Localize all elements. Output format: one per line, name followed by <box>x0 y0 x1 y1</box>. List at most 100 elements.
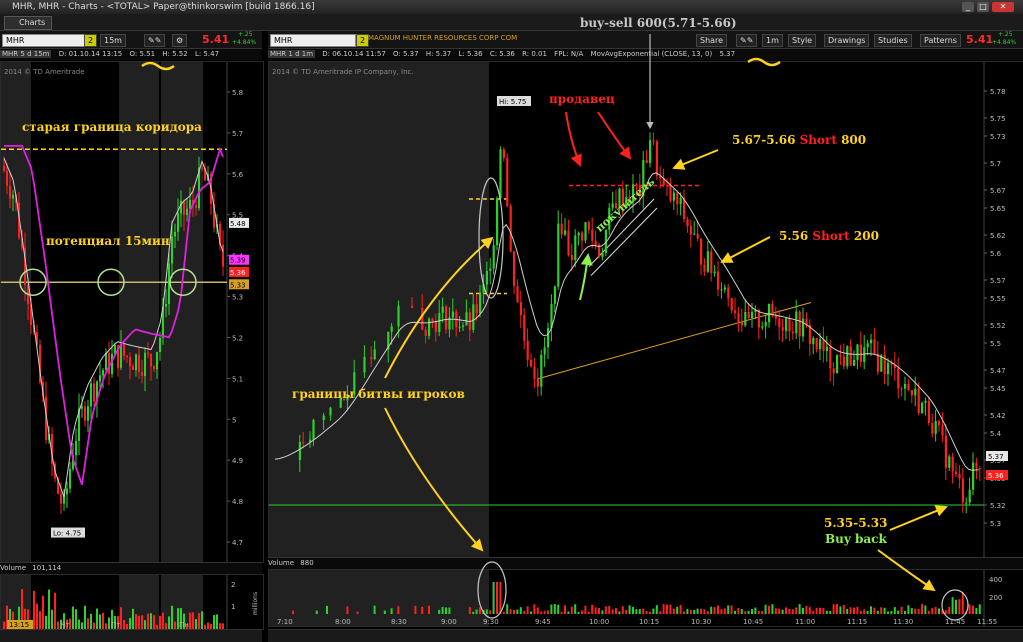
candle <box>87 406 89 421</box>
x-tick-label: 11:55 <box>977 618 997 626</box>
share-button[interactable]: Share <box>696 34 728 47</box>
candle <box>873 339 876 354</box>
patterns-button[interactable]: Patterns <box>920 34 961 47</box>
candle <box>798 311 801 337</box>
candle <box>713 271 716 274</box>
volume-bar <box>655 605 658 614</box>
candle <box>897 367 900 389</box>
right-interval-button[interactable]: 1m <box>762 34 783 47</box>
candle <box>727 287 730 299</box>
left-volume-chart[interactable]: 2 1 millions 13:15 Чт Пт Пн <box>0 574 264 630</box>
volume-bar <box>198 613 200 629</box>
y-tick-label: 5.45 <box>990 385 1006 393</box>
candle <box>961 478 964 503</box>
candle <box>815 337 818 350</box>
left-drawing-tools-icon[interactable]: ✎✎ <box>144 34 166 47</box>
candle <box>12 194 14 199</box>
volume-bar <box>924 605 927 614</box>
candle <box>159 337 161 353</box>
volume-bar <box>696 608 699 614</box>
left-price-chart[interactable]: 5.85.75.65.55.45.35.25.154.94.84.72014 ©… <box>0 61 264 563</box>
volume-bar <box>174 621 176 629</box>
volume-bar <box>526 606 529 614</box>
vol-tick-label: 2 <box>231 581 235 589</box>
candle <box>126 355 128 357</box>
studies-button[interactable]: Studies <box>874 34 912 47</box>
volume-bar <box>961 592 964 614</box>
y-tick-label: 5.32 <box>990 502 1006 510</box>
volume-bar <box>472 611 475 614</box>
left-interval-button[interactable]: 15m <box>100 34 126 47</box>
candle <box>186 208 188 216</box>
volume-bar <box>543 610 546 614</box>
minimize-icon[interactable]: _ <box>962 2 974 12</box>
volume-bar <box>764 604 767 614</box>
right-scrollbar[interactable] <box>268 629 1023 642</box>
y-tick-label: 5.42 <box>990 412 1006 420</box>
candle <box>553 286 556 304</box>
right-symbol-input[interactable]: MHR <box>270 34 356 47</box>
left-symbol-input[interactable]: MHR <box>2 34 88 47</box>
volume-bar <box>57 621 59 629</box>
candle <box>441 306 444 313</box>
volume-bar <box>292 610 294 614</box>
y-tick-label: 5.67 <box>990 187 1006 195</box>
volume-bar <box>448 607 451 614</box>
candle <box>3 165 5 171</box>
right-info-date: D: 06.10.14 11:57 <box>322 50 386 58</box>
price-tag: 5.37 <box>988 453 1004 461</box>
candle <box>761 326 764 328</box>
volume-bar <box>662 604 665 614</box>
y-tick-label: 4.8 <box>232 498 243 506</box>
volume-bar <box>141 615 143 629</box>
volume-bar <box>213 615 215 629</box>
left-scrollbar[interactable] <box>0 629 262 642</box>
volume-bar <box>553 604 556 614</box>
style-button[interactable]: Style <box>788 34 817 47</box>
x-tick-label: 9:00 <box>441 618 457 626</box>
candle <box>870 339 873 344</box>
candle <box>689 226 692 235</box>
x-tick-label: 9:30 <box>483 618 499 626</box>
candle <box>717 271 720 290</box>
left-volume-header: Volume 101,114 <box>0 562 262 574</box>
volume-bar <box>717 605 719 614</box>
candle <box>174 231 176 237</box>
volume-bar <box>78 619 80 629</box>
candle <box>424 329 427 336</box>
left-settings-icon[interactable]: ⚙ <box>172 34 188 47</box>
candle <box>757 310 760 328</box>
candle <box>547 328 550 348</box>
y-tick-label: 5.52 <box>990 322 1006 330</box>
left-link-badge[interactable]: 2 <box>84 34 98 47</box>
right-study-name[interactable]: MHR 1 d 1m <box>268 50 316 58</box>
volume-bar <box>635 609 638 614</box>
right-drawing-tools-icon[interactable]: ✎✎ <box>736 34 758 47</box>
volume-bar <box>611 609 614 614</box>
volume-bar <box>907 605 910 614</box>
candle <box>720 289 723 291</box>
volume-bar <box>421 606 424 614</box>
right-volume-chart[interactable]: 400 200 7:10 8:00 8:30 9:00 9:30 9:45 10:00 10:15… <box>268 569 1023 627</box>
annotation-buyback-range: 5.35-5.33 <box>824 516 888 530</box>
volume-bar <box>438 609 441 614</box>
drawings-button[interactable]: Drawings <box>824 34 870 47</box>
close-icon[interactable]: ✕ <box>992 2 1014 12</box>
volume-bar <box>81 622 83 629</box>
candle <box>802 318 805 337</box>
volume-bar <box>747 610 750 614</box>
right-price-chart[interactable]: 2014 © TD Ameritrade IP Company, Inc. 5.7… <box>268 61 1023 558</box>
left-volume-label: Volume <box>0 564 27 572</box>
volume-bar <box>978 604 981 614</box>
tab-charts[interactable]: Charts <box>4 16 53 30</box>
candle <box>489 268 492 271</box>
volume-bar <box>168 616 170 629</box>
maximize-icon[interactable]: □ <box>977 2 989 12</box>
volume-bar <box>672 608 675 614</box>
volume-bar <box>642 608 645 614</box>
x-tick-label: 11:45 <box>945 618 965 626</box>
left-study-name[interactable]: MHR 5 d 15m <box>0 50 52 58</box>
volume-bar <box>706 611 709 614</box>
candle <box>887 362 890 375</box>
left-volume-value: 101,114 <box>32 564 62 572</box>
